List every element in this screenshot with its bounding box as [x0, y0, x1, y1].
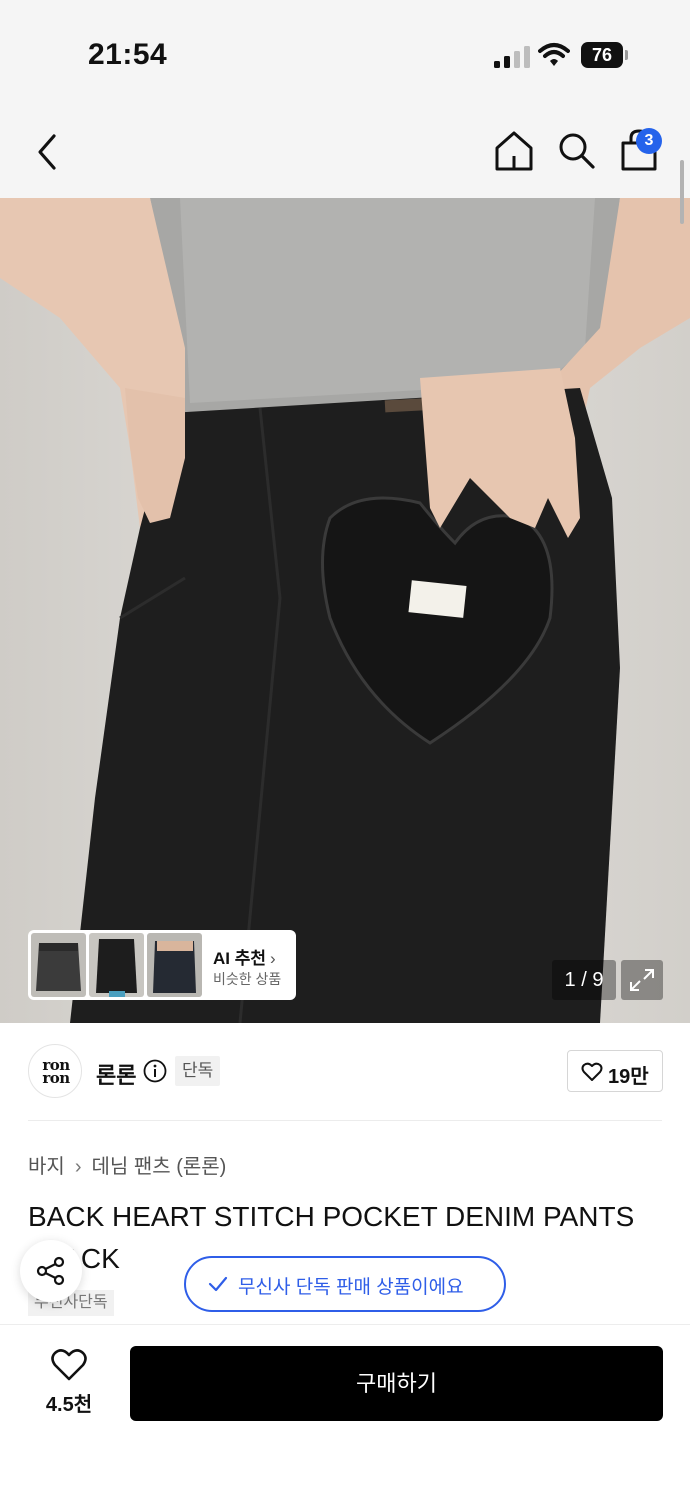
image-page-counter: 1 / 9: [552, 960, 616, 1000]
brand-name[interactable]: 론론: [96, 1058, 136, 1090]
search-icon[interactable]: [556, 130, 596, 170]
battery-icon: 76: [581, 42, 629, 68]
share-icon: [36, 1256, 65, 1286]
exclusive-badge: 단독: [175, 1056, 221, 1086]
status-time: 21:54: [88, 38, 168, 71]
recommendation-thumbnail[interactable]: [31, 933, 86, 997]
wish-count: 4.5천: [45, 1394, 93, 1416]
heart-icon[interactable]: [50, 1348, 88, 1382]
buy-button[interactable]: 구매하기: [130, 1346, 663, 1421]
ai-recommendation-subtitle: 비슷한 상품: [213, 971, 282, 987]
recommendation-thumbnail[interactable]: [147, 933, 202, 997]
divider: [28, 1120, 662, 1121]
ai-recommendation-card[interactable]: AI 추천 › 비슷한 상품: [28, 930, 296, 1000]
breadcrumb-category[interactable]: 바지: [28, 1156, 65, 1178]
wifi-icon: [538, 43, 570, 66]
exclusive-sale-toast: 무신사 단독 판매 상품이에요: [184, 1256, 506, 1312]
signal-icon: [494, 46, 530, 68]
breadcrumb-subcategory[interactable]: 데님 팬츠 (론론): [91, 1156, 226, 1178]
top-nav: [0, 100, 690, 198]
product-image-gallery[interactable]: AI 추천 › 비슷한 상품 1 / 9: [0, 198, 690, 1023]
status-bar: 21:54 76: [0, 0, 690, 100]
cart-count-badge: 3: [636, 128, 662, 154]
heart-icon: [581, 1062, 603, 1081]
brand-logo-line2: ron: [42, 1069, 70, 1087]
toast-text: 무신사 단독 판매 상품이에요: [238, 1277, 464, 1298]
expand-image-button[interactable]: [621, 960, 663, 1000]
scrollbar[interactable]: [680, 160, 684, 224]
battery-level: 76: [581, 42, 623, 68]
home-icon[interactable]: [494, 130, 534, 172]
product-photo: [0, 198, 690, 1023]
share-button[interactable]: [20, 1240, 82, 1302]
brand-like-count: 19만: [608, 1066, 649, 1088]
check-icon: [208, 1276, 228, 1292]
back-icon[interactable]: [30, 130, 66, 174]
chevron-right-icon: ›: [74, 1156, 82, 1178]
recommendation-thumbnail[interactable]: [89, 933, 144, 997]
chevron-right-icon: ›: [270, 949, 276, 968]
brand-logo[interactable]: ron ron: [28, 1044, 82, 1098]
ai-recommendation-title: AI 추천: [213, 949, 267, 968]
brand-like-button[interactable]: 19만: [567, 1050, 663, 1092]
expand-icon: [630, 969, 654, 991]
info-icon[interactable]: [143, 1059, 167, 1083]
breadcrumb: 바지 › 데님 팬츠 (론론): [28, 1150, 226, 1179]
